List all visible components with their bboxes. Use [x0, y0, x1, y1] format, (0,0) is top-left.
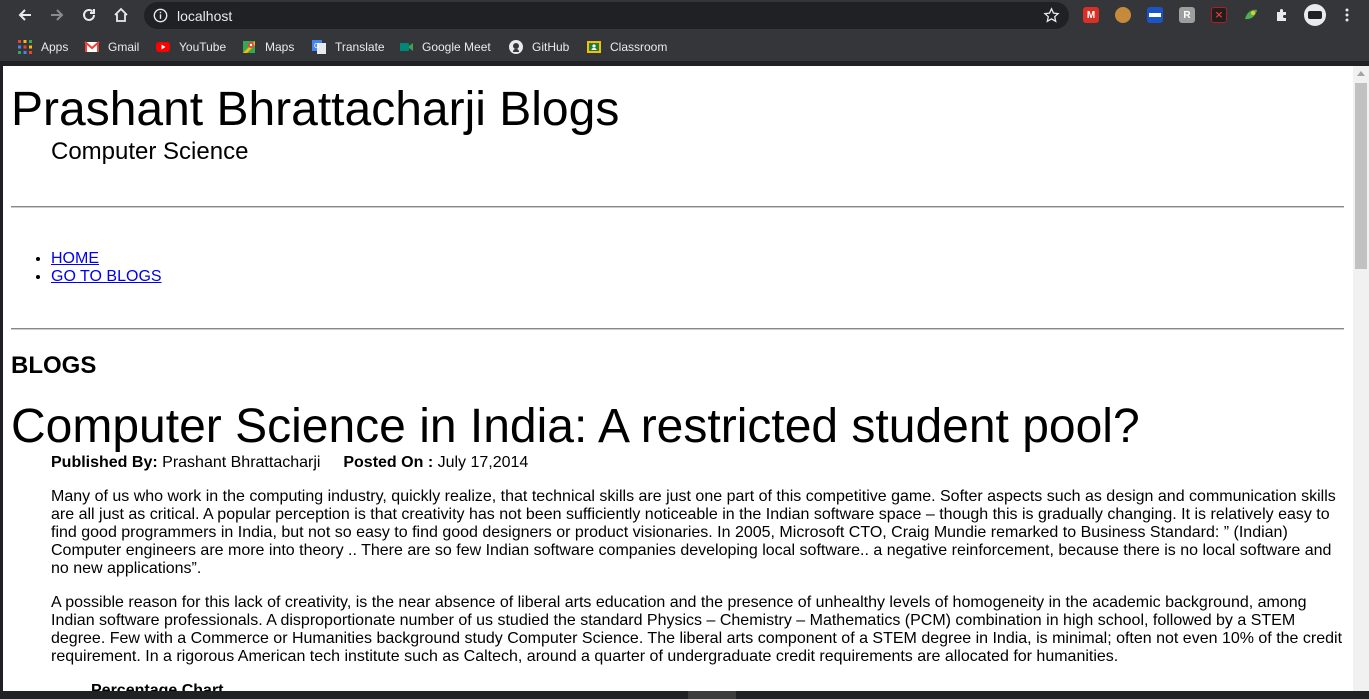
taskbar-strip	[0, 691, 1369, 699]
bookmark-label: Apps	[41, 40, 69, 54]
home-link[interactable]: HOME	[51, 250, 99, 267]
maps-icon	[241, 39, 257, 55]
scrollbar-thumb[interactable]	[1355, 83, 1367, 269]
flag-icon[interactable]	[1147, 7, 1163, 23]
posted-on-label: Posted On :	[343, 454, 434, 471]
home-icon	[114, 7, 128, 22]
blogs-heading: BLOGS	[11, 352, 97, 379]
post-paragraph: Many of us who work in the computing ind…	[51, 488, 1336, 577]
bookmark-label: Gmail	[108, 40, 140, 54]
bookmark-star-icon[interactable]	[1043, 7, 1060, 24]
bookmark-github[interactable]: GitHub	[508, 38, 569, 56]
post-author: Prashant Bhrattacharji	[162, 454, 321, 471]
address-bar[interactable]: localhost	[144, 2, 1069, 29]
bookmark-youtube[interactable]: YouTube	[155, 38, 226, 56]
gmail-icon	[84, 39, 100, 55]
bookmark-translate[interactable]: G Translate	[311, 38, 385, 56]
bookmark-label: Google Meet	[422, 40, 491, 54]
site-title: Prashant Bhrattacharji Blogs	[11, 83, 620, 136]
github-icon	[508, 39, 524, 55]
url-text[interactable]: localhost	[177, 8, 232, 24]
post-paragraph: A possible reason for this lack of creat…	[51, 594, 1343, 665]
bookmark-label: GitHub	[532, 40, 570, 54]
back-arrow-icon	[18, 9, 31, 21]
forward-button[interactable]	[47, 5, 67, 25]
classroom-icon	[586, 39, 602, 55]
reload-button[interactable]	[79, 5, 99, 25]
percentage-chart-label: Percentage Chart	[91, 682, 224, 691]
main-nav: HOME GO TO BLOGS	[11, 250, 162, 286]
kebab-menu-icon	[1345, 8, 1349, 22]
scroll-up-arrow-icon[interactable]	[1357, 71, 1365, 76]
bookmark-label: Classroom	[610, 40, 668, 54]
post-meta: Published By: Prashant Bhrattacharji Pos…	[51, 454, 528, 472]
meet-icon	[398, 39, 414, 55]
home-button[interactable]	[111, 5, 131, 25]
nav-item-blogs: GO TO BLOGS	[51, 268, 162, 286]
bookmark-label: Translate	[335, 40, 385, 54]
pdf-icon[interactable]: ⨯	[1211, 7, 1227, 23]
m-icon[interactable]: M	[1083, 7, 1099, 23]
post-title: Computer Science in India: A restricted …	[11, 400, 1140, 453]
info-icon[interactable]	[153, 8, 168, 23]
bookmark-maps[interactable]: Maps	[241, 38, 294, 56]
r-icon[interactable]: R	[1179, 7, 1195, 23]
bookmark-gmail[interactable]: Gmail	[84, 38, 139, 56]
bookmarks-bar: Apps Gmail YouTube Maps G Translate Goog…	[0, 31, 1369, 62]
bookmark-meet[interactable]: Google Meet	[398, 38, 491, 56]
translate-icon: G	[311, 39, 327, 55]
vertical-scrollbar[interactable]	[1353, 66, 1369, 691]
youtube-icon	[155, 39, 171, 55]
puzzle-icon[interactable]	[1274, 7, 1290, 23]
bookmark-classroom[interactable]: Classroom	[586, 38, 667, 56]
page-viewport: Prashant Bhrattacharji Blogs Computer Sc…	[3, 66, 1353, 691]
nav-item-home: HOME	[51, 250, 162, 268]
svg-text:G: G	[314, 43, 319, 50]
site-tagline: Computer Science	[51, 138, 249, 165]
nav-divider	[11, 328, 1344, 330]
leaf-icon[interactable]	[1243, 7, 1259, 23]
go-to-blogs-link[interactable]: GO TO BLOGS	[51, 268, 162, 285]
post-date: July 17,2014	[437, 454, 529, 471]
published-by-label: Published By:	[51, 454, 158, 471]
horizontal-thumb	[688, 691, 736, 699]
browser-toolbar: localhost M R ⨯	[0, 0, 1369, 31]
cookie-icon[interactable]	[1115, 7, 1131, 23]
header-divider	[11, 206, 1344, 208]
bookmark-apps[interactable]: Apps	[17, 38, 68, 56]
forward-arrow-icon	[51, 9, 64, 21]
bookmark-label: Maps	[265, 40, 295, 54]
menu-button[interactable]	[1337, 5, 1357, 25]
profile-icon[interactable]	[1304, 4, 1326, 26]
back-button[interactable]	[15, 5, 35, 25]
reload-icon	[83, 8, 95, 21]
bookmark-label: YouTube	[179, 40, 227, 54]
apps-grid-icon	[17, 39, 33, 55]
